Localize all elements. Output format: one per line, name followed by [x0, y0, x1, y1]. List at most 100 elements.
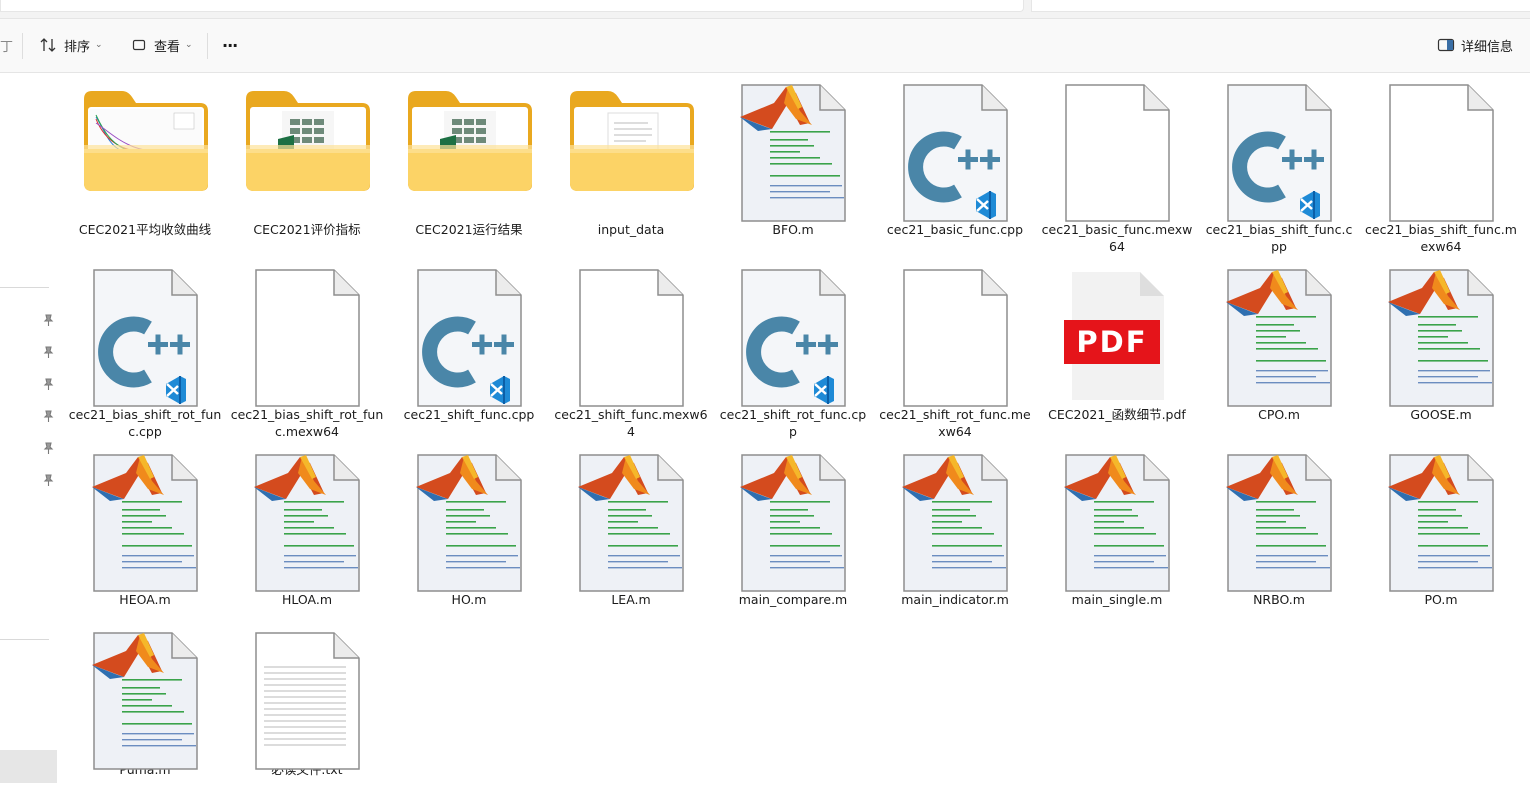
pin-icon[interactable]	[41, 377, 55, 391]
file-item[interactable]: CEC2021评价指标	[226, 73, 388, 238]
file-item[interactable]: cec21_bias_shift_func.cpp	[1198, 73, 1360, 255]
file-item-label: cec21_bias_shift_func.cpp	[1205, 222, 1353, 254]
file-item[interactable]: NRBO.m	[1198, 443, 1360, 608]
file-item[interactable]: main_single.m	[1036, 443, 1198, 608]
cpp-file-icon	[417, 269, 522, 407]
file-item-icon	[226, 73, 388, 221]
file-item-label: main_indicator.m	[901, 592, 1009, 607]
file-item[interactable]: input_data	[550, 73, 712, 238]
file-item-label: cec21_bias_shift_func.mexw64	[1365, 222, 1517, 254]
file-item-icon	[550, 73, 712, 221]
pin-icon[interactable]	[41, 313, 55, 327]
folder-icon	[84, 91, 208, 191]
details-pane-button[interactable]: 详细信息	[1437, 31, 1513, 59]
pin-icon[interactable]	[41, 473, 55, 487]
details-label: 详细信息	[1461, 39, 1514, 55]
pin-icon[interactable]	[41, 345, 55, 359]
file-item-label: GOOSE.m	[1410, 407, 1472, 422]
file-item[interactable]: cec21_basic_func.cpp	[874, 73, 1036, 238]
file-item[interactable]: Puma.m	[64, 621, 226, 778]
file-item[interactable]: HLOA.m	[226, 443, 388, 608]
text-file-icon	[255, 632, 360, 770]
file-item-icon	[874, 443, 1036, 592]
file-item-label: main_compare.m	[738, 592, 848, 607]
view-button[interactable]: 查看 ⌄	[130, 31, 193, 59]
file-item-icon	[1360, 443, 1522, 592]
file-item[interactable]: HEOA.m	[64, 443, 226, 608]
file-item-icon	[1198, 443, 1360, 592]
file-item-icon	[874, 258, 1036, 407]
navigation-pane	[0, 73, 58, 801]
details-pane-icon	[1437, 36, 1455, 54]
file-item[interactable]: cec21_shift_rot_func.mexw64	[874, 258, 1036, 440]
matlab-file-icon	[92, 454, 198, 592]
file-item-icon	[712, 73, 874, 222]
file-item-icon	[712, 258, 874, 407]
pin-icon[interactable]	[41, 409, 55, 423]
file-item-icon	[64, 443, 226, 592]
matlab-file-icon	[1388, 454, 1494, 592]
file-item-icon	[1198, 258, 1360, 407]
file-item-icon	[1360, 73, 1522, 222]
matlab-file-icon	[578, 454, 684, 592]
file-item-icon	[388, 443, 550, 592]
file-item-icon	[1198, 73, 1360, 222]
blank-file-icon	[1389, 84, 1494, 222]
pdf-file-icon: PDF	[1064, 272, 1164, 400]
file-item-label: cec21_shift_func.cpp	[403, 407, 535, 422]
view-icon	[130, 36, 148, 54]
matlab-file-icon	[1064, 454, 1170, 592]
file-item[interactable]: PDF CEC2021_函数细节.pdf	[1036, 258, 1198, 423]
more-options-button[interactable]: ···	[222, 31, 238, 59]
file-item[interactable]: cec21_bias_shift_rot_func.mexw64	[226, 258, 388, 440]
file-item[interactable]: CPO.m	[1198, 258, 1360, 423]
file-item-icon	[550, 258, 712, 407]
file-item[interactable]: main_indicator.m	[874, 443, 1036, 608]
file-item[interactable]: CEC2021平均收敛曲线	[64, 73, 226, 238]
file-item[interactable]: PO.m	[1360, 443, 1522, 608]
truncated-command[interactable]: 丁	[0, 31, 13, 59]
file-item-label: cec21_basic_func.mexw64	[1041, 222, 1193, 254]
toolbar-divider	[207, 33, 208, 59]
file-item[interactable]: HO.m	[388, 443, 550, 608]
blank-file-icon	[903, 269, 1008, 407]
svg-text:PDF: PDF	[1076, 325, 1147, 359]
file-item[interactable]: cec21_bias_shift_rot_func.cpp	[64, 258, 226, 440]
file-item-icon	[226, 443, 388, 592]
file-item-icon	[226, 258, 388, 407]
file-item-icon	[1036, 443, 1198, 592]
file-item-label: CEC2021_函数细节.pdf	[1048, 407, 1186, 422]
file-item-label: cec21_shift_rot_func.mexw64	[879, 407, 1031, 439]
nav-selected-item[interactable]	[0, 750, 57, 783]
chevron-down-icon: ⌄	[95, 40, 103, 50]
pin-icon[interactable]	[41, 441, 55, 455]
nav-divider	[0, 287, 49, 288]
cpp-file-icon	[741, 269, 846, 407]
file-item[interactable]: cec21_bias_shift_func.mexw64	[1360, 73, 1522, 255]
file-item-label: HEOA.m	[119, 592, 171, 607]
file-item-label: BFO.m	[772, 222, 814, 237]
file-item[interactable]: 必读文件.txt	[226, 621, 388, 778]
file-item[interactable]: CEC2021运行结果	[388, 73, 550, 238]
file-item-label: PO.m	[1424, 592, 1458, 607]
nav-divider	[0, 639, 49, 640]
toolbar-divider	[22, 33, 23, 59]
sort-label: 排序	[64, 39, 91, 55]
file-item[interactable]: cec21_basic_func.mexw64	[1036, 73, 1198, 255]
file-item[interactable]: LEA.m	[550, 443, 712, 608]
sort-button[interactable]: 排序 ⌄	[40, 31, 103, 59]
file-item[interactable]: cec21_shift_rot_func.cpp	[712, 258, 874, 440]
file-item[interactable]: main_compare.m	[712, 443, 874, 608]
file-item[interactable]: cec21_shift_func.mexw64	[550, 258, 712, 440]
file-item-label: cec21_basic_func.cpp	[886, 222, 1024, 237]
file-item-icon	[388, 258, 550, 407]
file-item[interactable]: GOOSE.m	[1360, 258, 1522, 423]
cpp-file-icon	[903, 84, 1008, 222]
file-item-icon	[64, 621, 226, 770]
address-bar[interactable]	[0, 0, 1024, 12]
file-item-icon	[64, 258, 226, 407]
matlab-file-icon	[92, 632, 198, 770]
file-item[interactable]: BFO.m	[712, 73, 874, 238]
file-item[interactable]: cec21_shift_func.cpp	[388, 258, 550, 423]
search-box[interactable]	[1031, 0, 1530, 12]
